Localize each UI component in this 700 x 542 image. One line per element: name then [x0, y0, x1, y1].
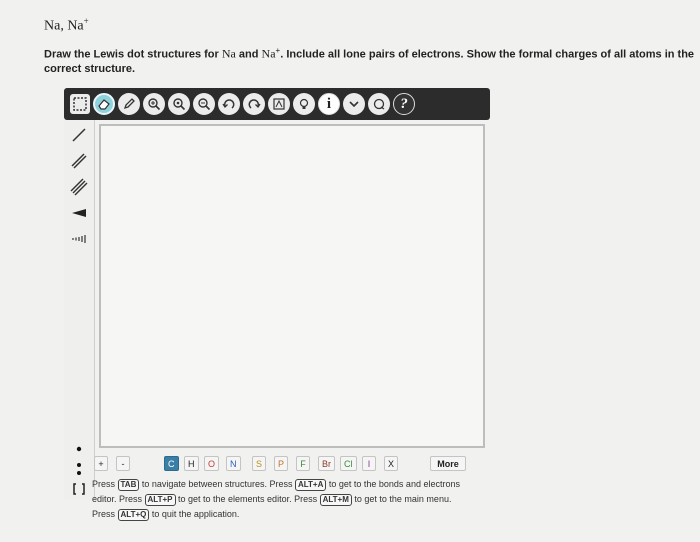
negative-charge-button[interactable]: - [116, 456, 130, 471]
info-button[interactable]: i [318, 93, 340, 115]
select-tool-button[interactable] [70, 94, 90, 114]
key-alt-p: ALT+P [144, 494, 176, 506]
positive-charge-button[interactable]: + [94, 456, 108, 471]
pencil-icon [123, 98, 135, 110]
double-bond-icon [71, 153, 87, 169]
element-i-button[interactable]: I [362, 456, 376, 471]
element-cl-button[interactable]: Cl [340, 456, 357, 471]
drawing-canvas[interactable] [99, 124, 485, 448]
cloud-icon [373, 98, 385, 110]
element-x-button[interactable]: X [384, 456, 399, 471]
key-alt-a: ALT+A [294, 479, 327, 491]
key-alt-q: ALT+Q [117, 509, 150, 521]
template-icon [273, 98, 285, 110]
element-c-button[interactable]: C [164, 456, 179, 471]
hash-bond-icon [72, 235, 86, 243]
wedge-bond-button[interactable] [68, 202, 90, 224]
triple-bond-icon [70, 178, 88, 196]
hash-bond-button[interactable] [68, 228, 90, 250]
double-bond-button[interactable] [68, 150, 90, 172]
zoom-fit-button[interactable] [168, 93, 190, 115]
bracket-icon [73, 483, 85, 495]
element-h-button[interactable]: H [184, 456, 199, 471]
element-o-button[interactable]: O [204, 456, 220, 471]
zoom-fit-icon [173, 98, 186, 111]
question-text-part1: Draw the Lewis dot structures for [44, 48, 222, 61]
element-br-button[interactable]: Br [318, 456, 335, 471]
eraser-icon [98, 99, 110, 110]
zoom-out-icon [198, 98, 211, 111]
element-n-button[interactable]: N [226, 456, 241, 471]
undo-icon [222, 99, 235, 109]
element-p-button[interactable]: P [274, 456, 289, 471]
help-text: to get to the elements editor. Press [175, 494, 320, 504]
title-base: Na, Na [44, 18, 84, 34]
redo-icon [248, 99, 261, 109]
help-text: to navigate between structures. Press [139, 479, 295, 489]
structure-editor: i ? + - C H O N S P F Br Cl I X More Pre… [64, 88, 490, 538]
zoom-in-icon [148, 98, 161, 111]
help-button[interactable]: ? [393, 93, 415, 115]
lasso-icon [73, 97, 87, 111]
title-superscript: + [83, 16, 89, 26]
pencil-button[interactable] [118, 93, 140, 115]
template-button[interactable] [268, 93, 290, 115]
bulb-icon [299, 98, 309, 109]
chevron-down-icon [349, 101, 359, 108]
species-na: Na [221, 46, 236, 61]
zoom-in-button[interactable] [143, 93, 165, 115]
species-na-ion: Na [261, 46, 276, 61]
bracket-button[interactable] [68, 478, 90, 500]
bond-tools-panel [64, 120, 95, 500]
dropdown-button[interactable] [343, 93, 365, 115]
info-icon: i [326, 95, 332, 112]
help-text: to quit the application. [149, 509, 240, 519]
help-text: Press [92, 479, 118, 489]
element-s-button[interactable]: S [252, 456, 267, 471]
single-bond-icon [72, 128, 86, 142]
key-tab: TAB [117, 479, 140, 491]
undo-button[interactable] [218, 93, 240, 115]
redo-button[interactable] [243, 93, 265, 115]
cloud-button[interactable] [368, 93, 390, 115]
help-icon: ? [400, 95, 408, 112]
element-bar: + - C H O N S P F Br Cl I X More [64, 454, 490, 474]
key-alt-m: ALT+M [319, 494, 352, 506]
question-title: Na, Na+ [44, 16, 89, 35]
question-text-and: and [235, 48, 262, 61]
hint-button[interactable] [293, 93, 315, 115]
keyboard-help: Press TAB to navigate between structures… [92, 477, 468, 522]
more-elements-button[interactable]: More [430, 456, 466, 471]
triple-bond-button[interactable] [68, 176, 90, 198]
zoom-out-button[interactable] [193, 93, 215, 115]
editor-toolbar: i ? [64, 88, 490, 120]
single-bond-button[interactable] [68, 124, 90, 146]
wedge-bond-icon [72, 209, 86, 217]
eraser-button[interactable] [93, 93, 115, 115]
element-f-button[interactable]: F [296, 456, 310, 471]
question-text: Draw the Lewis dot structures for Na and… [44, 44, 700, 76]
